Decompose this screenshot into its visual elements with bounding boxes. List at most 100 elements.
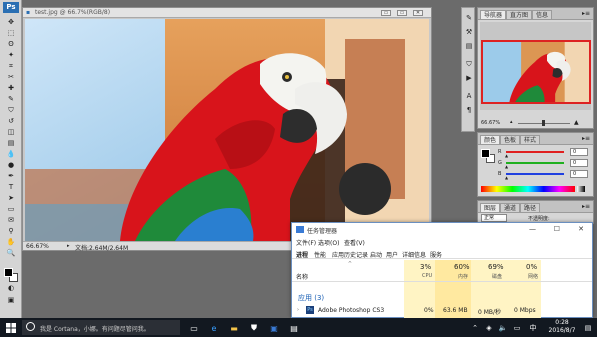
notifications-icon[interactable]: ▤ [582, 322, 594, 334]
close-button[interactable]: ✕ [413, 10, 423, 16]
task-view-icon[interactable]: ▭ [188, 322, 200, 334]
channel-slider[interactable] [506, 151, 564, 153]
marquee-tool-icon[interactable]: ⬚ [4, 29, 18, 37]
tab-styles[interactable]: 样式 [520, 135, 541, 144]
zoom-readout[interactable]: 66.67% [26, 243, 49, 250]
channel-value-field[interactable]: 0 [570, 170, 588, 178]
cpu-percent[interactable]: 3% [420, 263, 431, 271]
zoom-in-icon[interactable]: ▲ [574, 119, 579, 126]
network-label[interactable]: 网络 [528, 273, 538, 280]
crop-tool-icon[interactable]: ⌗ [4, 62, 18, 70]
tab-app-history[interactable]: 应用历史记录 [332, 250, 368, 259]
color-ramp[interactable] [481, 186, 575, 192]
zoom-tool-icon[interactable]: 🔍 [4, 249, 18, 257]
maximize-button[interactable]: ▭ [397, 10, 407, 16]
bw-ramp[interactable] [577, 186, 585, 192]
channel-slider[interactable] [506, 173, 564, 175]
zoom-slider-thumb[interactable] [542, 120, 545, 126]
menu-options[interactable]: 选项(O) [318, 238, 339, 247]
character-panel-icon[interactable]: A [464, 92, 474, 101]
blur-tool-icon[interactable]: 💧 [4, 150, 18, 158]
table-row[interactable]: › Ps Adobe Photoshop CS3 0% 63.6 MB 0 MB… [292, 305, 592, 316]
gradient-tool-icon[interactable]: ▤ [4, 139, 18, 147]
file-explorer-icon[interactable]: ▬ [228, 322, 240, 334]
document-titlebar[interactable]: ▪ test.jpg @ 66.7%(RGB/8) ▭ ▭ ✕ [23, 8, 431, 18]
column-name[interactable]: 名称 [296, 272, 308, 281]
eyedropper-icon[interactable]: ⚲ [4, 227, 18, 235]
tab-details[interactable]: 详细信息 [402, 250, 426, 259]
network-percent[interactable]: 0% [526, 263, 537, 271]
disk-label[interactable]: 磁盘 [492, 273, 502, 280]
tab-processes[interactable]: 进程 [296, 250, 308, 259]
tab-paths[interactable]: 路径 [520, 203, 541, 212]
tab-layers[interactable]: 图层 [480, 203, 501, 212]
network-icon[interactable]: ◈ [484, 322, 494, 334]
dodge-tool-icon[interactable]: ● [4, 161, 18, 169]
path-select-icon[interactable]: ➤ [4, 194, 18, 202]
menu-view[interactable]: 查看(V) [344, 238, 365, 247]
tab-performance[interactable]: 性能 [314, 250, 326, 259]
tab-histogram[interactable]: 直方图 [506, 10, 533, 19]
edge-icon[interactable]: e [208, 322, 220, 334]
quick-mask-icon[interactable]: ◐ [4, 284, 18, 292]
memory-label[interactable]: 内存 [458, 273, 468, 280]
paragraph-panel-icon[interactable]: ¶ [464, 106, 474, 115]
tab-channels[interactable]: 通道 [500, 203, 521, 212]
layer-comps-icon[interactable]: ▤ [464, 42, 474, 51]
brush-tool-icon[interactable]: ✎ [4, 95, 18, 103]
channel-value-field[interactable]: 0 [570, 148, 588, 156]
magic-wand-icon[interactable]: ✦ [4, 51, 18, 59]
slice-tool-icon[interactable]: ✂ [4, 73, 18, 81]
blend-mode-select[interactable]: 正常 [481, 214, 507, 222]
tab-services[interactable]: 服务 [430, 250, 442, 259]
channel-slider-thumb[interactable]: ▲ [505, 175, 508, 180]
tm-maximize-button[interactable]: ☐ [554, 225, 560, 233]
battery-icon[interactable]: ▭ [512, 322, 522, 334]
store-icon[interactable]: ⛊ [248, 322, 260, 334]
ps-taskbar-icon[interactable]: ▣ [268, 322, 280, 334]
panel-menu-icon[interactable]: ▸≡ [582, 203, 590, 210]
tab-color[interactable]: 颜色 [480, 135, 501, 144]
panel-menu-icon[interactable]: ▸≡ [582, 10, 590, 17]
type-tool-icon[interactable]: T [4, 183, 18, 191]
stamp-tool-icon[interactable]: ⛉ [4, 106, 18, 114]
brushes-panel-icon[interactable]: ✎ [464, 14, 474, 23]
cortana-search-box[interactable]: 我是 Cortana，小娜。有问题尽管问我。 [22, 320, 180, 335]
panel-menu-icon[interactable]: ▸≡ [582, 135, 590, 142]
tm-taskbar-icon[interactable]: ▤ [288, 322, 300, 334]
expand-chevron-icon[interactable]: › [297, 307, 299, 313]
menu-file[interactable]: 文件(F) [296, 238, 316, 247]
foreground-color-swatch[interactable] [4, 268, 13, 277]
pen-tool-icon[interactable]: ✒ [4, 172, 18, 180]
actions-icon[interactable]: ▶ [464, 74, 474, 83]
tool-presets-icon[interactable]: ⚒ [464, 28, 474, 37]
zoom-out-icon[interactable]: ▴ [510, 119, 513, 125]
move-tool-icon[interactable]: ✥ [4, 18, 18, 26]
tab-swatches[interactable]: 色板 [500, 135, 521, 144]
shape-tool-icon[interactable]: ▭ [4, 205, 18, 213]
start-button[interactable] [4, 322, 18, 334]
channel-slider-thumb[interactable]: ▲ [505, 153, 508, 158]
clock[interactable]: 0:28 2016/8/7 [545, 319, 579, 336]
history-brush-icon[interactable]: ↺ [4, 117, 18, 125]
tab-startup[interactable]: 启动 [370, 250, 382, 259]
color-fg-swatch[interactable] [481, 149, 490, 158]
clone-source-icon[interactable]: ⛉ [464, 60, 474, 69]
channel-value-field[interactable]: 0 [570, 159, 588, 167]
disk-percent[interactable]: 69% [488, 263, 504, 271]
channel-slider[interactable] [506, 162, 564, 164]
tm-close-button[interactable]: ✕ [578, 225, 584, 233]
minimize-button[interactable]: ▭ [381, 10, 391, 16]
ime-indicator[interactable]: 中 [527, 322, 539, 334]
volume-icon[interactable]: 🔈 [498, 322, 508, 334]
eraser-tool-icon[interactable]: ◫ [4, 128, 18, 136]
cpu-label[interactable]: CPU [422, 273, 432, 279]
navigator-thumbnail[interactable] [481, 40, 591, 104]
notes-tool-icon[interactable]: ✉ [4, 216, 18, 224]
memory-percent[interactable]: 60% [454, 263, 470, 271]
tab-navigator[interactable]: 导航器 [480, 10, 507, 19]
tab-users[interactable]: 用户 [386, 250, 398, 259]
channel-slider-thumb[interactable]: ▲ [505, 164, 508, 169]
navigator-zoom-value[interactable]: 66.67% [481, 120, 500, 126]
hand-tool-icon[interactable]: ✋ [4, 238, 18, 246]
